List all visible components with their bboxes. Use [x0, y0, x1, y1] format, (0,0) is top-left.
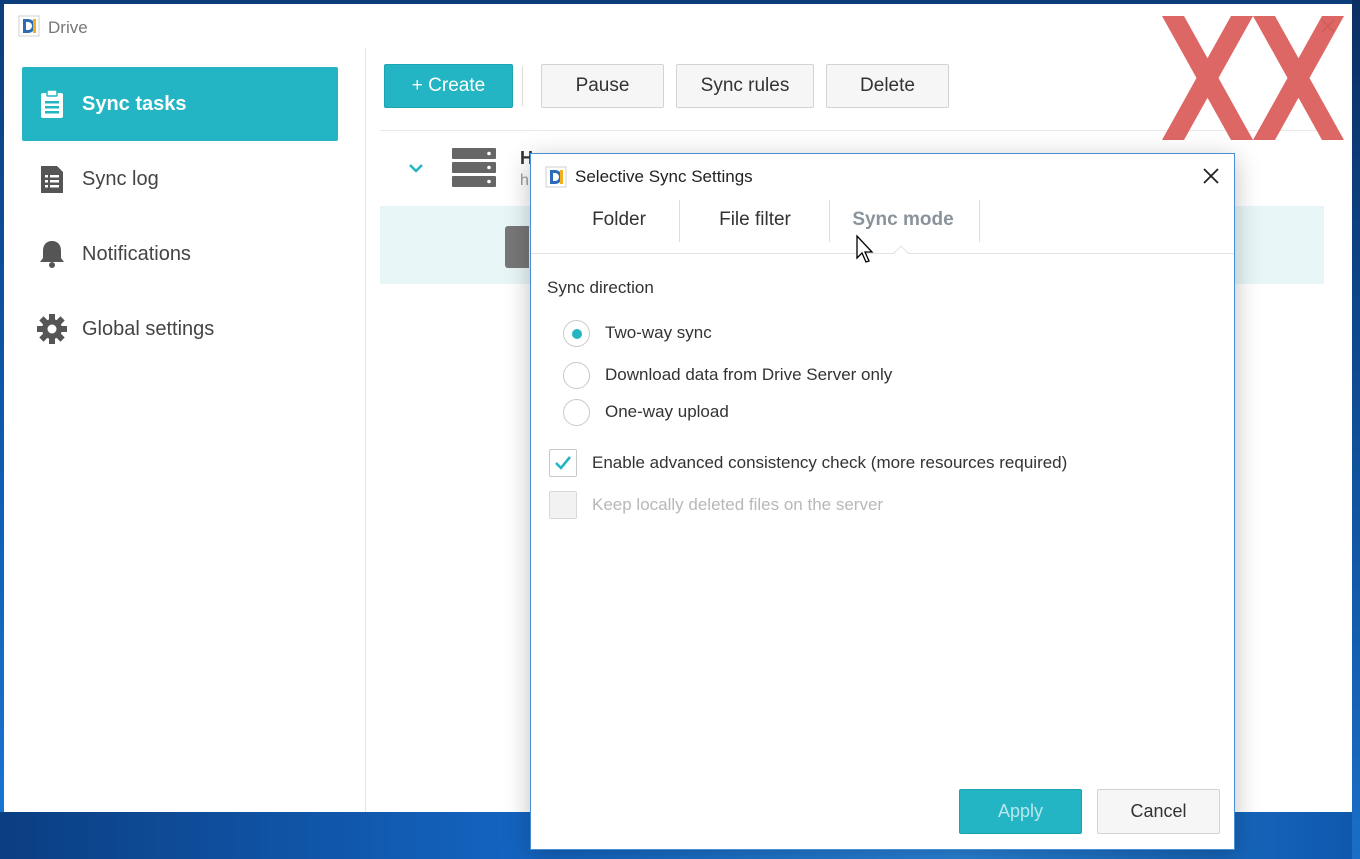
- task-subtitle: h: [520, 172, 529, 189]
- radio-label: Download data from Drive Server only: [605, 365, 893, 384]
- radio-button[interactable]: [563, 361, 590, 389]
- sidebar-item-sync-log[interactable]: Sync log: [22, 142, 338, 216]
- cancel-button[interactable]: Cancel: [1097, 789, 1220, 834]
- pause-button[interactable]: Pause: [541, 64, 664, 108]
- desktop-background-edge: [1352, 0, 1360, 859]
- checkbox[interactable]: [549, 449, 577, 477]
- toolbar-separator: [522, 66, 523, 106]
- sidebar: Sync tasks Sync log Notifications Global…: [4, 48, 366, 812]
- delete-button[interactable]: Delete: [826, 64, 949, 108]
- checkbox-keep-deleted-files: Keep locally deleted files on the server: [549, 491, 883, 519]
- sidebar-item-notifications[interactable]: Notifications: [22, 217, 338, 291]
- clipboard-icon: [36, 88, 68, 120]
- tab-folder[interactable]: Folder: [559, 198, 679, 242]
- tab-separator: [679, 200, 680, 242]
- bell-icon: [36, 238, 68, 270]
- close-icon[interactable]: [1201, 166, 1221, 186]
- sidebar-item-label: Sync log: [82, 167, 159, 190]
- sync-rules-button[interactable]: Sync rules: [676, 64, 814, 108]
- create-button[interactable]: + Create: [384, 64, 513, 108]
- gear-icon: [36, 313, 68, 345]
- sidebar-item-label: Notifications: [82, 242, 191, 265]
- tab-separator: [979, 200, 980, 242]
- selective-sync-settings-dialog: Selective Sync Settings Folder File filt…: [530, 153, 1235, 850]
- folder-icon: [505, 226, 529, 268]
- radio-label: Two-way sync: [605, 323, 712, 342]
- chevron-down-icon[interactable]: [406, 158, 426, 178]
- radio-button[interactable]: [563, 319, 590, 347]
- radio-one-way-upload[interactable]: One-way upload: [563, 398, 729, 426]
- watermark-logo: [1162, 16, 1344, 140]
- apply-button[interactable]: Apply: [959, 789, 1082, 834]
- sidebar-item-global-settings[interactable]: Global settings: [22, 292, 338, 366]
- checkbox-label: Keep locally deleted files on the server: [592, 495, 884, 514]
- radio-button[interactable]: [563, 398, 590, 426]
- drive-logo-icon: [18, 15, 40, 37]
- sidebar-item-label: Sync tasks: [82, 92, 187, 115]
- dialog-title: Selective Sync Settings: [575, 167, 753, 186]
- sync-direction-label: Sync direction: [547, 278, 654, 297]
- mouse-cursor-icon: [856, 234, 874, 263]
- radio-label: One-way upload: [605, 402, 729, 421]
- checkbox-label: Enable advanced consistency check (more …: [592, 453, 1068, 472]
- radio-download-only[interactable]: Download data from Drive Server only: [563, 361, 892, 389]
- log-list-icon: [36, 163, 68, 195]
- checkmark-icon: [555, 456, 572, 470]
- drive-logo-icon: [545, 166, 567, 188]
- active-tab-caret-icon: [893, 245, 909, 254]
- title-bar: Drive: [4, 4, 1352, 48]
- tab-file-filter[interactable]: File filter: [695, 198, 815, 242]
- checkbox-advanced-consistency[interactable]: Enable advanced consistency check (more …: [549, 449, 1067, 477]
- sidebar-item-sync-tasks[interactable]: Sync tasks: [22, 67, 338, 141]
- window-title: Drive: [48, 18, 88, 37]
- checkbox: [549, 491, 577, 519]
- dialog-tabs: Folder File filter Sync mode: [531, 198, 1234, 254]
- tab-separator: [829, 200, 830, 242]
- server-icon: [452, 148, 496, 187]
- sidebar-item-label: Global settings: [82, 317, 215, 340]
- radio-two-way-sync[interactable]: Two-way sync: [563, 319, 712, 347]
